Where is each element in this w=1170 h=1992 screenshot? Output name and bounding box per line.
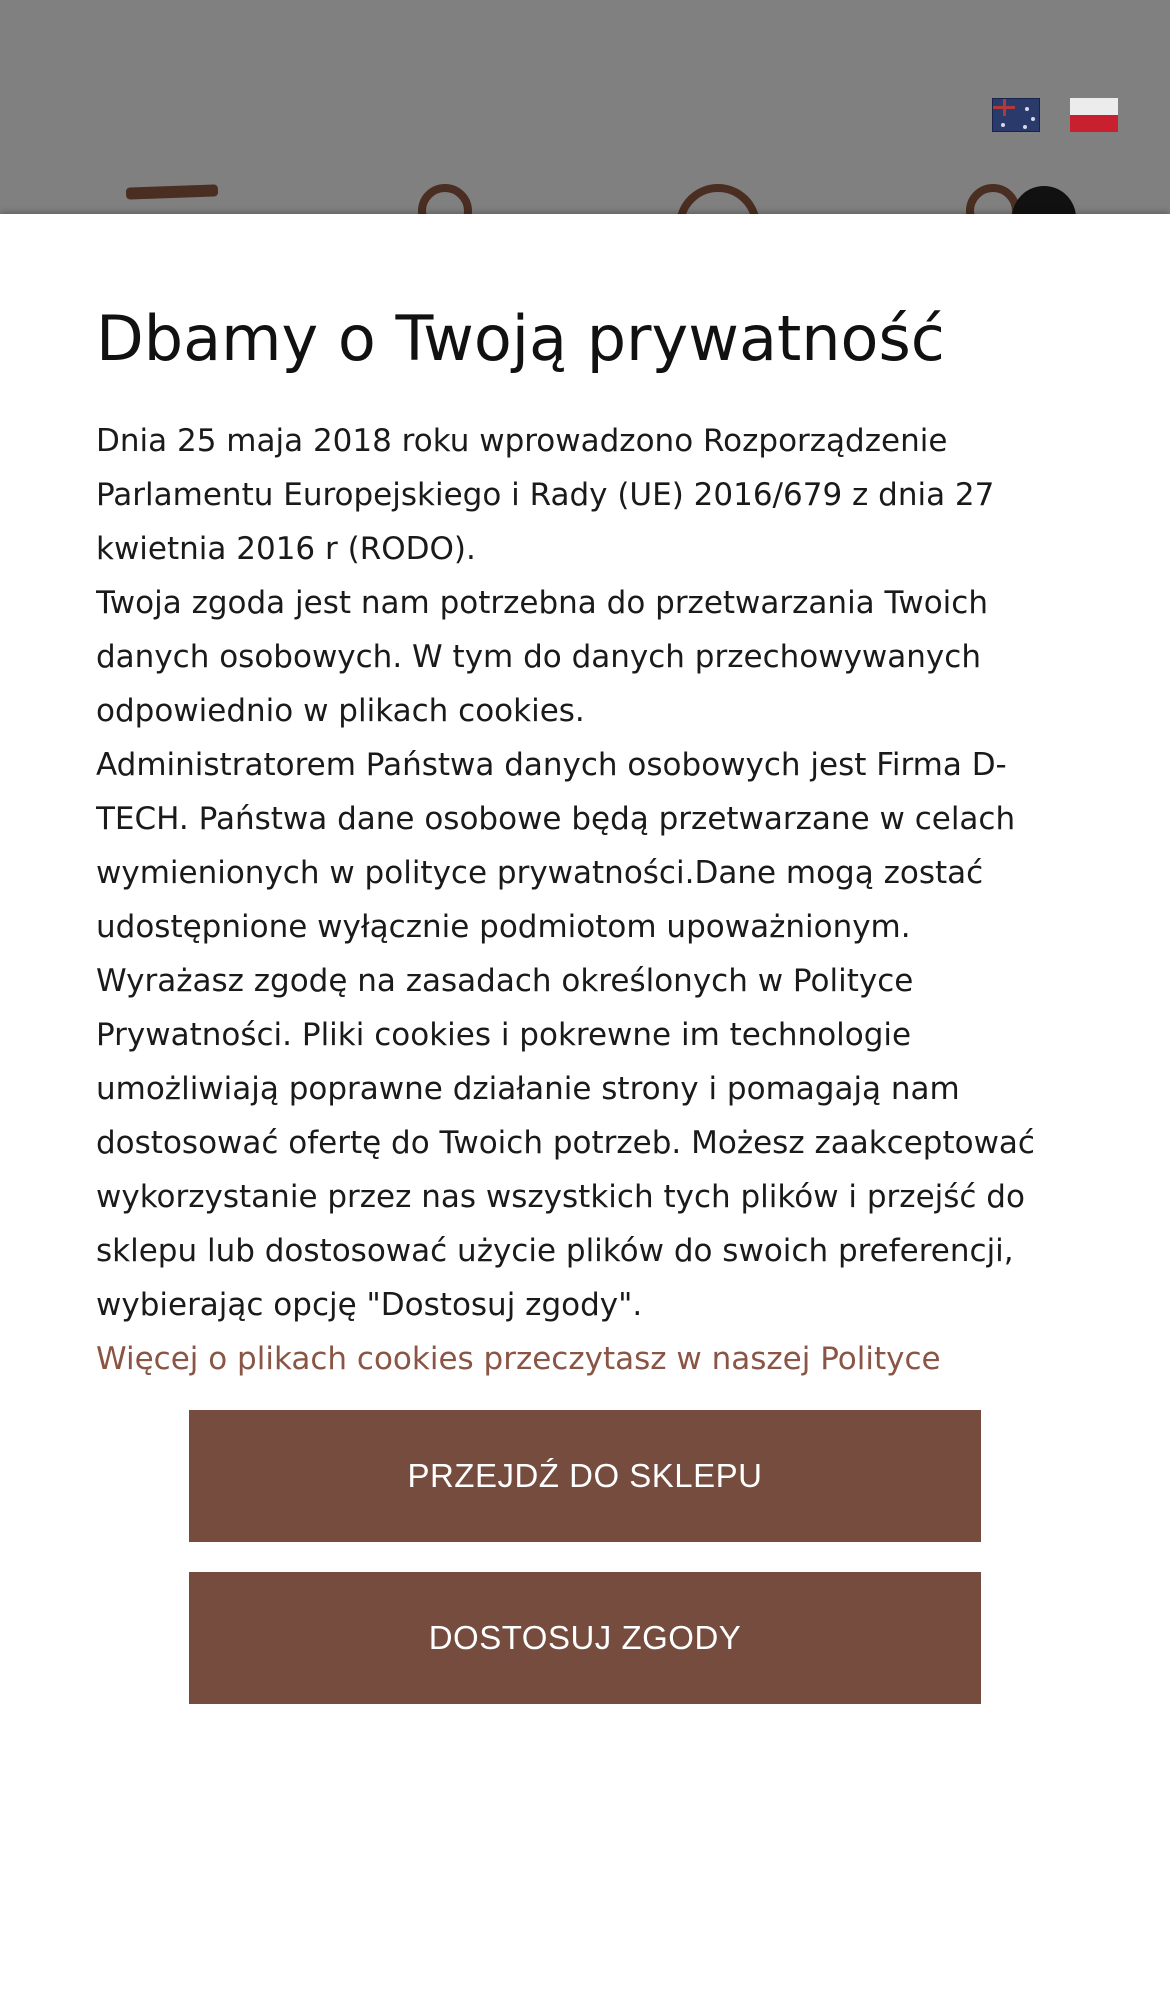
- modal-body[interactable]: Dnia 25 maja 2018 roku wprowadzono Rozpo…: [96, 414, 1086, 1578]
- consent-paragraph: Twoja zgoda jest nam potrzebna do przetw…: [96, 585, 988, 729]
- consent-paragraph: Wyrażasz zgodę na zasadach określonych w…: [96, 963, 1035, 1323]
- cookie-consent-modal: Dbamy o Twoją prywatność Dnia 25 maja 20…: [0, 214, 1170, 1992]
- modal-title: Dbamy o Twoją prywatność: [96, 302, 945, 375]
- polish-flag-icon[interactable]: [1070, 98, 1118, 132]
- site-header: [0, 0, 1170, 268]
- customize-consents-button[interactable]: DOSTOSUJ ZGODY: [189, 1572, 981, 1704]
- consent-paragraph: Administratorem Państwa danych osobowych…: [96, 747, 1016, 945]
- go-to-shop-button[interactable]: PRZEJDŹ DO SKLEPU: [189, 1410, 981, 1542]
- english-flag-icon[interactable]: [992, 98, 1040, 132]
- menu-icon[interactable]: [125, 184, 219, 200]
- privacy-policy-link[interactable]: Więcej o plikach cookies przeczytasz w n…: [96, 1332, 1086, 1386]
- page: Dbamy o Twoją prywatność Dnia 25 maja 20…: [0, 0, 1170, 1992]
- consent-paragraph: Dnia 25 maja 2018 roku wprowadzono Rozpo…: [96, 423, 995, 567]
